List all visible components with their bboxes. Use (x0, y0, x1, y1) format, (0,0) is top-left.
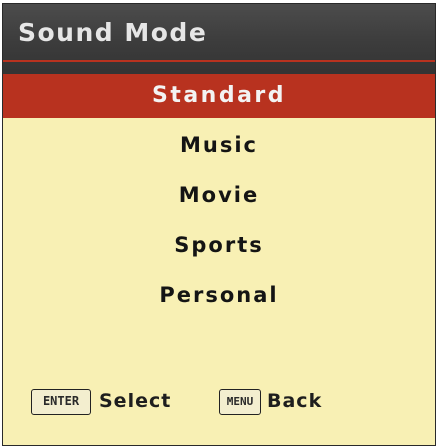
back-hint: Back (267, 390, 323, 412)
panel-title: Sound Mode (18, 18, 208, 47)
option-sports[interactable]: Sports (3, 224, 435, 266)
menu-key-icon: MENU (219, 389, 261, 415)
option-standard[interactable]: Standard (3, 74, 435, 118)
enter-key-icon: ENTER (31, 389, 91, 415)
option-music[interactable]: Music (3, 124, 435, 166)
sound-mode-panel: Sound Mode Standard Music Movie Sports P… (2, 3, 436, 446)
select-hint: Select (99, 390, 172, 412)
key-hints: ENTER Select MENU Back (3, 387, 435, 427)
option-personal[interactable]: Personal (3, 274, 435, 316)
option-movie[interactable]: Movie (3, 174, 435, 216)
title-divider (3, 60, 435, 62)
sound-mode-options: Standard Music Movie Sports Personal (3, 74, 435, 324)
